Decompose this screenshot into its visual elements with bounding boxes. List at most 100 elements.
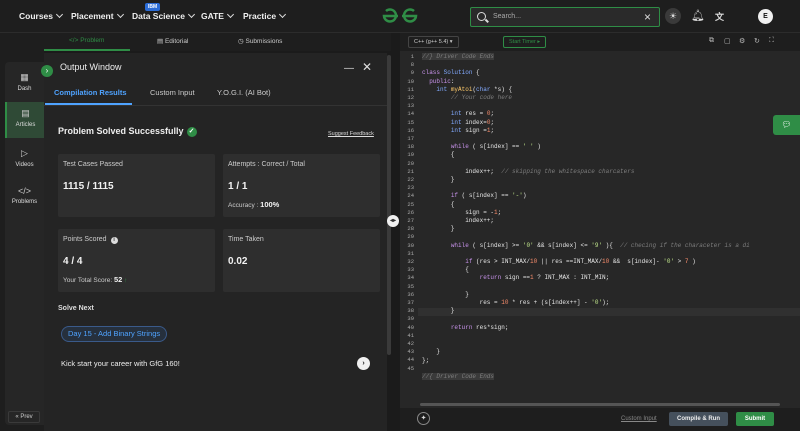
dashboard-icon: ▦ <box>20 72 29 82</box>
line-number: 9 <box>410 69 414 77</box>
copy-icon[interactable]: ⧉ <box>709 37 714 45</box>
tab-submissions[interactable]: ◷ Submissions <box>238 37 282 45</box>
line-number: 13 <box>407 102 414 110</box>
code-editor[interactable]: 1 8 9 10 11 12 13 14 15 16 17 18 19 20 21 22 23 24 25 26 27 2… <box>400 51 800 408</box>
time-value: 0.02 <box>228 256 248 267</box>
points-value: 4 / 4 <box>63 256 83 267</box>
line-number: 35 <box>407 282 414 290</box>
chevron-right-icon[interactable]: › <box>41 65 53 77</box>
gfg-logo[interactable] <box>380 7 420 25</box>
chat-icon[interactable]: 💬︎ <box>773 115 800 135</box>
reset-icon[interactable]: ↻ <box>754 37 760 45</box>
info-icon[interactable]: i <box>110 237 118 244</box>
sidebar-item-articles[interactable]: ▤ Articles <box>5 102 44 138</box>
nav-placement[interactable]: Placement <box>71 10 124 21</box>
close-icon[interactable]: × <box>644 10 651 24</box>
search-icon <box>477 12 486 21</box>
line-number: 31 <box>407 249 414 257</box>
line-number: 34 <box>407 274 414 282</box>
active-tab-indicator <box>44 49 130 51</box>
sidebar-item-dash[interactable]: ▦ Dash <box>5 72 44 92</box>
nav-courses[interactable]: Courses <box>19 10 64 21</box>
close-icon[interactable]: ✕ <box>362 60 372 74</box>
line-number: 20 <box>407 159 414 167</box>
sidebar-item-problems[interactable]: </> Problems <box>5 186 44 205</box>
tab-compilation-results[interactable]: Compilation Results <box>54 88 127 97</box>
nav-gate[interactable]: GATE <box>201 10 235 21</box>
line-number: 12 <box>407 94 414 101</box>
chevron-down-icon <box>187 10 195 19</box>
kickstart-text: Kick start your career with GfG 160! <box>61 359 180 368</box>
line-number: 33 <box>407 266 414 274</box>
line-number: 45 <box>407 364 414 372</box>
settings-icon[interactable]: ⚙ <box>739 37 745 45</box>
editor-footer: ✦ Custom Input Compile & Run Submit <box>400 408 800 431</box>
output-title: Output Window <box>60 62 122 72</box>
video-icon: ▷ <box>21 148 28 158</box>
line-number: 14 <box>407 110 414 118</box>
status-message: Problem Solved Successfully ✓ <box>58 126 197 137</box>
line-number: 42 <box>407 340 414 347</box>
editor-toolbar: C++ (g++ 5.4) ▾ Start Timer ▸ ⧉ ▢ ⚙ ↻ ⛶ <box>400 33 800 51</box>
ibm-badge: IBM <box>145 3 161 11</box>
custom-input-link[interactable]: Custom Input <box>621 416 657 422</box>
nav-practice[interactable]: Practice <box>243 10 287 21</box>
tab-custom-input[interactable]: Custom Input <box>150 88 195 97</box>
suggest-feedback-link[interactable]: Suggest Feedback <box>328 131 374 137</box>
avatar[interactable]: E <box>758 9 773 24</box>
code-content[interactable]: //} Driver Code Ends class Solution { pu… <box>422 53 750 381</box>
search-box[interactable]: Search... × <box>470 7 660 27</box>
divider <box>44 105 391 106</box>
translate-icon[interactable]: 文 <box>715 10 724 23</box>
tab-problem[interactable]: </> Problem <box>69 37 104 44</box>
search-input[interactable]: Search... <box>493 13 521 20</box>
chevron-down-icon <box>226 10 235 19</box>
attempts-value: 1 / 1 <box>228 181 248 192</box>
line-number: 21 <box>407 167 414 175</box>
bell-icon[interactable]: 🔔︎ <box>691 9 705 22</box>
test-cases-card: Test Cases Passed 1115 / 1115 <box>58 154 215 217</box>
submit-button[interactable]: Submit <box>736 412 774 426</box>
theme-toggle-icon[interactable]: ☀ <box>665 8 681 24</box>
chevron-right-icon[interactable]: › <box>357 357 370 370</box>
fullscreen-icon[interactable]: ⛶ <box>769 37 774 45</box>
arrow-up-icon: ↑ <box>124 277 128 284</box>
line-number: 44 <box>407 356 414 364</box>
minimize-icon[interactable]: — <box>344 63 354 74</box>
line-number: 36 <box>407 290 414 298</box>
tab-editorial[interactable]: ▤ Editorial <box>157 37 188 45</box>
line-number: 16 <box>407 126 414 134</box>
points-card: Points Scored i 4 / 4 Your Total Score: … <box>58 229 215 292</box>
horizontal-scrollbar[interactable] <box>420 403 780 406</box>
line-number: 29 <box>407 233 414 241</box>
chevron-down-icon <box>116 10 124 19</box>
resize-handle-icon[interactable]: ◂▸ <box>387 215 399 227</box>
line-number: 1 <box>410 53 414 60</box>
line-number: 28 <box>407 225 414 233</box>
line-number: 18 <box>407 143 414 151</box>
line-number-gutter: 1 8 9 10 11 12 13 14 15 16 17 18 19 20 21 22 23 24 25 26 27 2… <box>400 51 418 408</box>
line-number: 38 <box>407 307 414 315</box>
language-select[interactable]: C++ (g++ 5.4) ▾ <box>408 36 459 48</box>
start-timer-button[interactable]: Start Timer ▸ <box>503 36 547 48</box>
chevron-down-icon <box>279 10 287 19</box>
lightbulb-icon[interactable]: ✦ <box>417 412 430 425</box>
attempts-card: Attempts : Correct / Total 1 / 1 Accurac… <box>223 154 380 217</box>
line-number: 26 <box>407 208 414 216</box>
check-circle-icon: ✓ <box>186 126 197 137</box>
nav-data-science[interactable]: Data Science <box>132 10 195 21</box>
tab-yogi-ai-bot[interactable]: Y.O.G.I. (AI Bot) <box>217 88 271 97</box>
chevron-down-icon <box>55 10 64 19</box>
total-score-value: 52 <box>113 275 123 284</box>
document-icon[interactable]: ▢ <box>724 37 731 45</box>
scrollbar[interactable] <box>387 53 391 431</box>
next-problem-link[interactable]: Day 15 - Add Binary Strings <box>61 326 168 342</box>
solve-next-heading: Solve Next <box>58 305 94 312</box>
prev-button[interactable]: « Prev <box>8 411 40 423</box>
code-icon: </> <box>17 186 31 196</box>
sidebar-item-videos[interactable]: ▷ Videos <box>5 148 44 168</box>
line-number: 41 <box>407 331 414 339</box>
time-card: Time Taken 0.02 <box>223 229 380 292</box>
compile-run-button[interactable]: Compile & Run <box>669 412 728 426</box>
line-number: 19 <box>407 151 414 159</box>
